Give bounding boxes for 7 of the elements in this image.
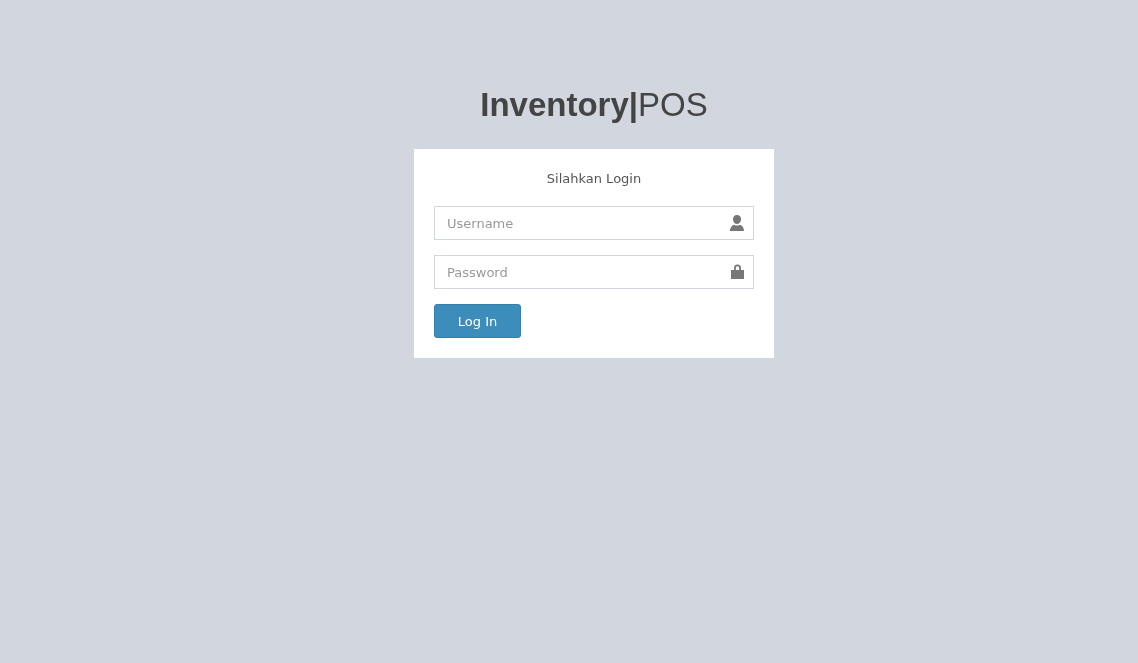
app-logo: Inventory|POS bbox=[480, 86, 708, 124]
lock-icon bbox=[731, 264, 744, 279]
username-field[interactable]: Username bbox=[434, 206, 754, 240]
password-field[interactable]: Password bbox=[434, 255, 754, 289]
user-icon bbox=[730, 215, 744, 231]
login-message: Silahkan Login bbox=[545, 171, 643, 186]
login-button[interactable]: Log In bbox=[434, 304, 521, 338]
